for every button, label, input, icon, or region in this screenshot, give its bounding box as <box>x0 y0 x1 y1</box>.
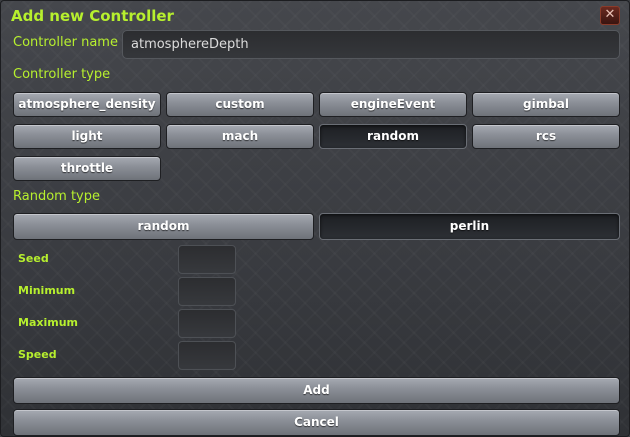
close-icon[interactable]: ✕ <box>600 6 620 25</box>
maximum-input[interactable] <box>178 309 236 338</box>
dialog-title: Add new Controller <box>11 7 174 25</box>
type-random-button[interactable]: random <box>319 124 467 149</box>
seed-input[interactable] <box>178 245 236 274</box>
type-custom-button[interactable]: custom <box>166 92 314 117</box>
type-engine-event-button[interactable]: engineEvent <box>319 92 467 117</box>
minimum-label: Minimum <box>18 284 76 297</box>
type-rcs-button[interactable]: rcs <box>472 124 620 149</box>
controller-type-label: Controller type <box>13 67 111 82</box>
add-button[interactable]: Add <box>13 377 620 404</box>
random-type-label: Random type <box>13 189 100 204</box>
type-mach-button[interactable]: mach <box>166 124 314 149</box>
type-throttle-button[interactable]: throttle <box>13 156 161 181</box>
type-gimbal-button[interactable]: gimbal <box>472 92 620 117</box>
minimum-input[interactable] <box>178 277 236 306</box>
type-light-button[interactable]: light <box>13 124 161 149</box>
cancel-button[interactable]: Cancel <box>13 409 620 436</box>
speed-input[interactable] <box>178 341 236 370</box>
random-type-perlin-button[interactable]: perlin <box>319 213 620 240</box>
seed-label: Seed <box>18 252 49 265</box>
type-atmosphere-density-button[interactable]: atmosphere_density <box>13 92 161 117</box>
speed-label: Speed <box>18 348 57 361</box>
random-type-random-button[interactable]: random <box>13 213 314 240</box>
maximum-label: Maximum <box>18 316 78 329</box>
add-controller-dialog: Add new Controller ✕ Controller name atm… <box>0 0 630 437</box>
controller-name-input[interactable]: atmosphereDepth <box>122 30 620 59</box>
controller-name-label: Controller name <box>13 35 118 50</box>
